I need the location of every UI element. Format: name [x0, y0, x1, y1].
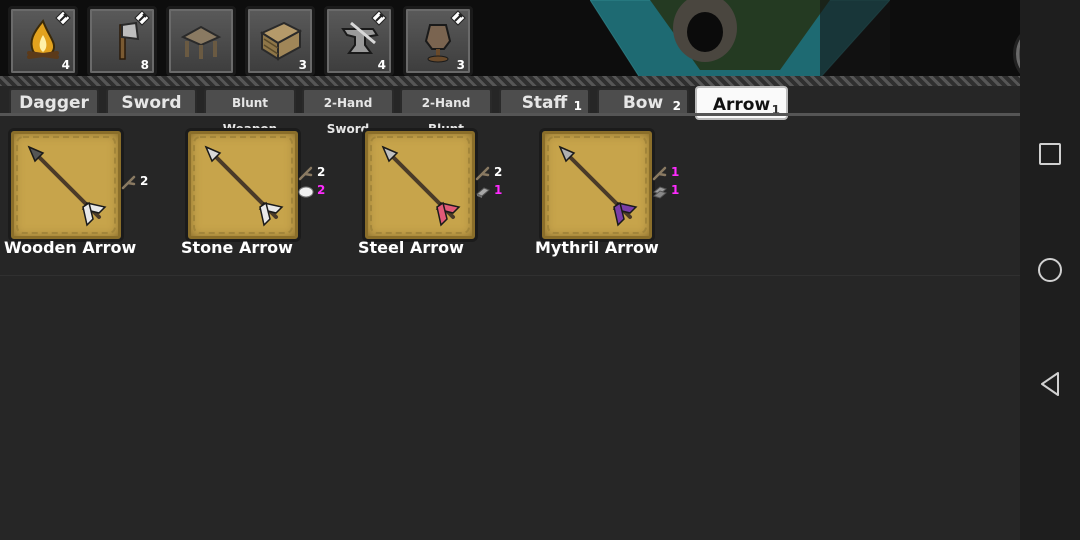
recipe-list: 2 Wooden Arrow 2 2 Stone Arrow 2 1 Steel Arrow 1…	[0, 120, 1020, 275]
arrow-icon	[547, 136, 647, 234]
square-icon[interactable]	[1034, 138, 1066, 170]
building-slot[interactable]	[166, 6, 236, 76]
tab-count: 1	[573, 99, 582, 113]
tab-label: Arrow	[712, 95, 771, 115]
hammer-badge-icon	[55, 10, 71, 26]
ingredient-requirement: 2	[297, 181, 325, 199]
stick-icon	[475, 166, 490, 180]
recipe-name: Wooden Arrow	[4, 238, 137, 257]
ingredient-amount: 1	[671, 183, 680, 197]
building-slot[interactable]: 4	[324, 6, 394, 76]
stick-icon	[298, 166, 313, 180]
arrow-icon	[370, 136, 470, 234]
arrow-icon	[193, 136, 293, 234]
building-slot[interactable]: 8	[87, 6, 157, 76]
arrow-icon	[16, 136, 116, 234]
tab-2-hand-sword[interactable]: 2-Hand Sword	[302, 88, 394, 136]
ingredient-amount: 2	[317, 183, 326, 197]
building-count: 4	[61, 58, 70, 72]
recipe-card[interactable]: 2 1 Steel Arrow	[354, 120, 529, 270]
recipe-name: Stone Arrow	[181, 238, 293, 257]
recipe-icon-slot[interactable]	[8, 128, 124, 242]
building-slot[interactable]: 3	[403, 6, 473, 76]
ingredient-amount: 1	[494, 183, 503, 197]
circle-icon[interactable]	[1034, 254, 1066, 286]
recipe-card[interactable]: 2 Wooden Arrow	[0, 120, 175, 270]
ingredient-amount: 2	[494, 165, 503, 179]
building-slot[interactable]: 3	[245, 6, 315, 76]
triangle-back-icon[interactable]	[1034, 368, 1066, 400]
ingredient-requirement: 1	[651, 163, 679, 181]
tab-underline	[0, 113, 1020, 116]
steel-ingot-icon	[476, 186, 490, 198]
recipe-icon-slot[interactable]	[362, 128, 478, 242]
world-scene	[589, 0, 891, 78]
ingredient-amount: 2	[317, 165, 326, 179]
list-divider	[0, 275, 1020, 276]
hammer-badge-icon	[371, 10, 387, 26]
wood-planks-icon	[259, 21, 303, 61]
tab-blunt-weapon[interactable]: Blunt Weapon	[204, 88, 296, 136]
recipe-card[interactable]: 1 1 Mythril Arrow	[531, 120, 706, 270]
tab-staff[interactable]: Staff 1	[499, 88, 590, 114]
building-bar: 4 8 3 4 3	[0, 0, 1020, 78]
recipe-card[interactable]: 2 2 Stone Arrow	[177, 120, 352, 270]
ingredient-amount: 1	[671, 165, 680, 179]
ingredient-requirement: 2	[120, 172, 148, 190]
ingredient-requirement: 1	[474, 181, 502, 199]
tab-count: 2	[672, 99, 681, 113]
tab-bow[interactable]: Bow 2	[597, 88, 689, 114]
building-count: 4	[377, 58, 386, 72]
building-count: 3	[298, 58, 307, 72]
stone-icon	[298, 186, 314, 197]
recipe-name: Steel Arrow	[358, 238, 464, 257]
building-count: 3	[456, 58, 465, 72]
building-slot[interactable]: 4	[8, 6, 78, 76]
hammer-badge-icon	[450, 10, 466, 26]
recipe-name: Mythril Arrow	[535, 238, 659, 257]
ingredient-requirement: 1	[651, 181, 679, 199]
recipe-icon-slot[interactable]	[185, 128, 301, 242]
stick-icon	[652, 166, 667, 180]
hammer-badge-icon	[134, 10, 150, 26]
ingredient-amount: 2	[140, 174, 149, 188]
building-count: 8	[140, 58, 149, 72]
system-nav-bar	[1020, 0, 1080, 540]
stick-icon	[121, 175, 136, 189]
tab-dagger[interactable]: Dagger	[9, 88, 99, 114]
tab-2-hand-blunt[interactable]: 2-Hand Blunt	[400, 88, 492, 136]
workbench-icon	[180, 25, 222, 59]
ingredient-requirement: 2	[297, 163, 325, 181]
mythril-ingot-icon	[652, 185, 668, 199]
tab-sword[interactable]: Sword	[106, 88, 197, 114]
recipe-icon-slot[interactable]	[539, 128, 655, 242]
ingredient-requirement: 2	[474, 163, 502, 181]
